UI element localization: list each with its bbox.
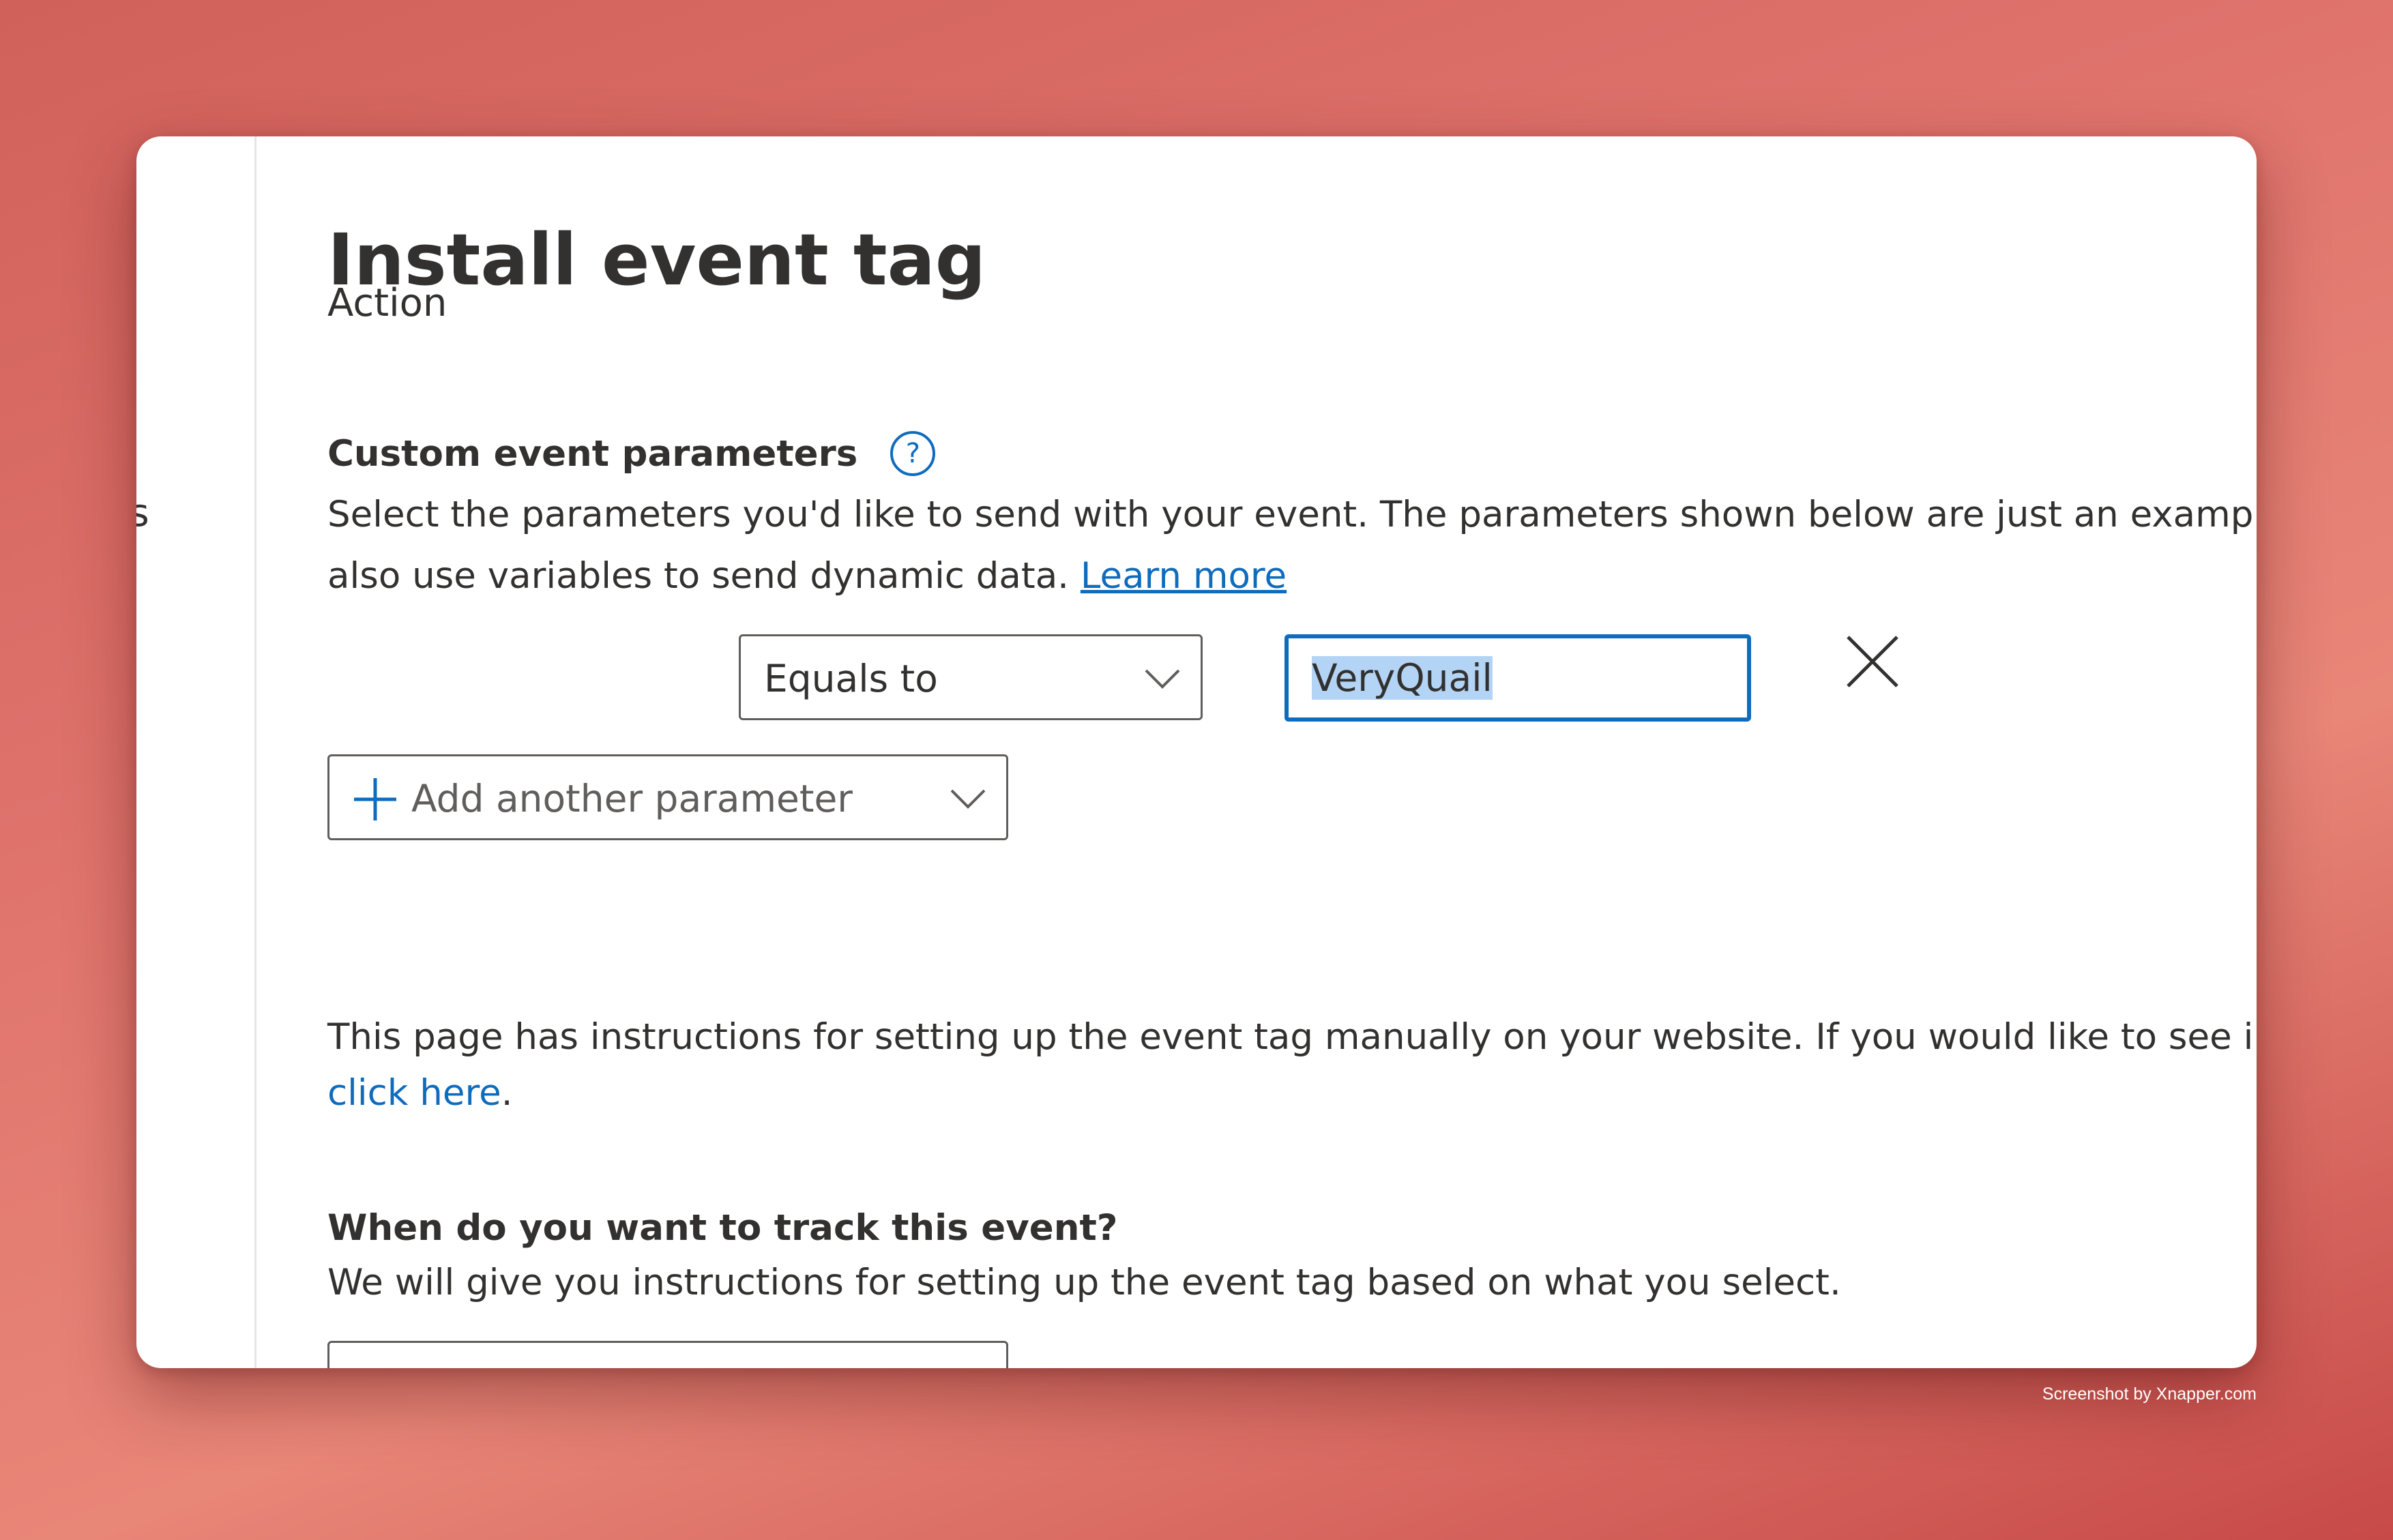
operator-dropdown-value: Equals to (764, 657, 938, 700)
left-rail-label: ls (136, 491, 149, 535)
chevron-down-icon (950, 789, 986, 809)
learn-more-link[interactable]: Learn more (1081, 555, 1287, 597)
operator-dropdown[interactable]: Equals to (739, 634, 1203, 720)
watermark: Screenshot by Xnapper.com (2042, 1384, 2257, 1404)
instructions-line-2: click here. (327, 1065, 2257, 1121)
add-parameter-label: Add another parameter (411, 777, 853, 820)
add-parameter-dropdown[interactable]: Add another parameter (327, 754, 1008, 840)
main-content: Install event tag Custom event parameter… (327, 136, 2257, 1368)
description-line-2: also use variables to send dynamic data.… (327, 546, 2257, 607)
plus-icon (354, 778, 396, 820)
instructions-line-1: This page has instructions for setting u… (327, 1016, 2257, 1058)
chevron-down-icon (1145, 669, 1180, 689)
instructions-period: . (501, 1072, 513, 1114)
click-here-link[interactable]: click here (327, 1072, 501, 1114)
left-rail: ls (136, 136, 256, 1368)
close-icon[interactable] (1838, 627, 1907, 696)
track-event-title: When do you want to track this event? (327, 1207, 1118, 1249)
description-line-1: Select the parameters you'd like to send… (327, 494, 2257, 535)
track-event-dropdown[interactable] (327, 1341, 1008, 1368)
instructions-text: This page has instructions for setting u… (327, 1009, 2257, 1121)
description-line-2-text: also use variables to send dynamic data. (327, 555, 1081, 597)
dialog-window: ls Install event tag Custom event parame… (136, 136, 2257, 1368)
track-event-description: We will give you instructions for settin… (327, 1262, 1841, 1303)
param-label-action: Action (327, 281, 447, 325)
custom-params-header: Custom event parameters ? (327, 431, 936, 476)
question-circle-icon[interactable]: ? (890, 431, 936, 476)
custom-params-title: Custom event parameters (327, 432, 858, 475)
custom-params-description: Select the parameters you'd like to send… (327, 484, 2257, 607)
param-value-input[interactable] (1284, 634, 1751, 722)
